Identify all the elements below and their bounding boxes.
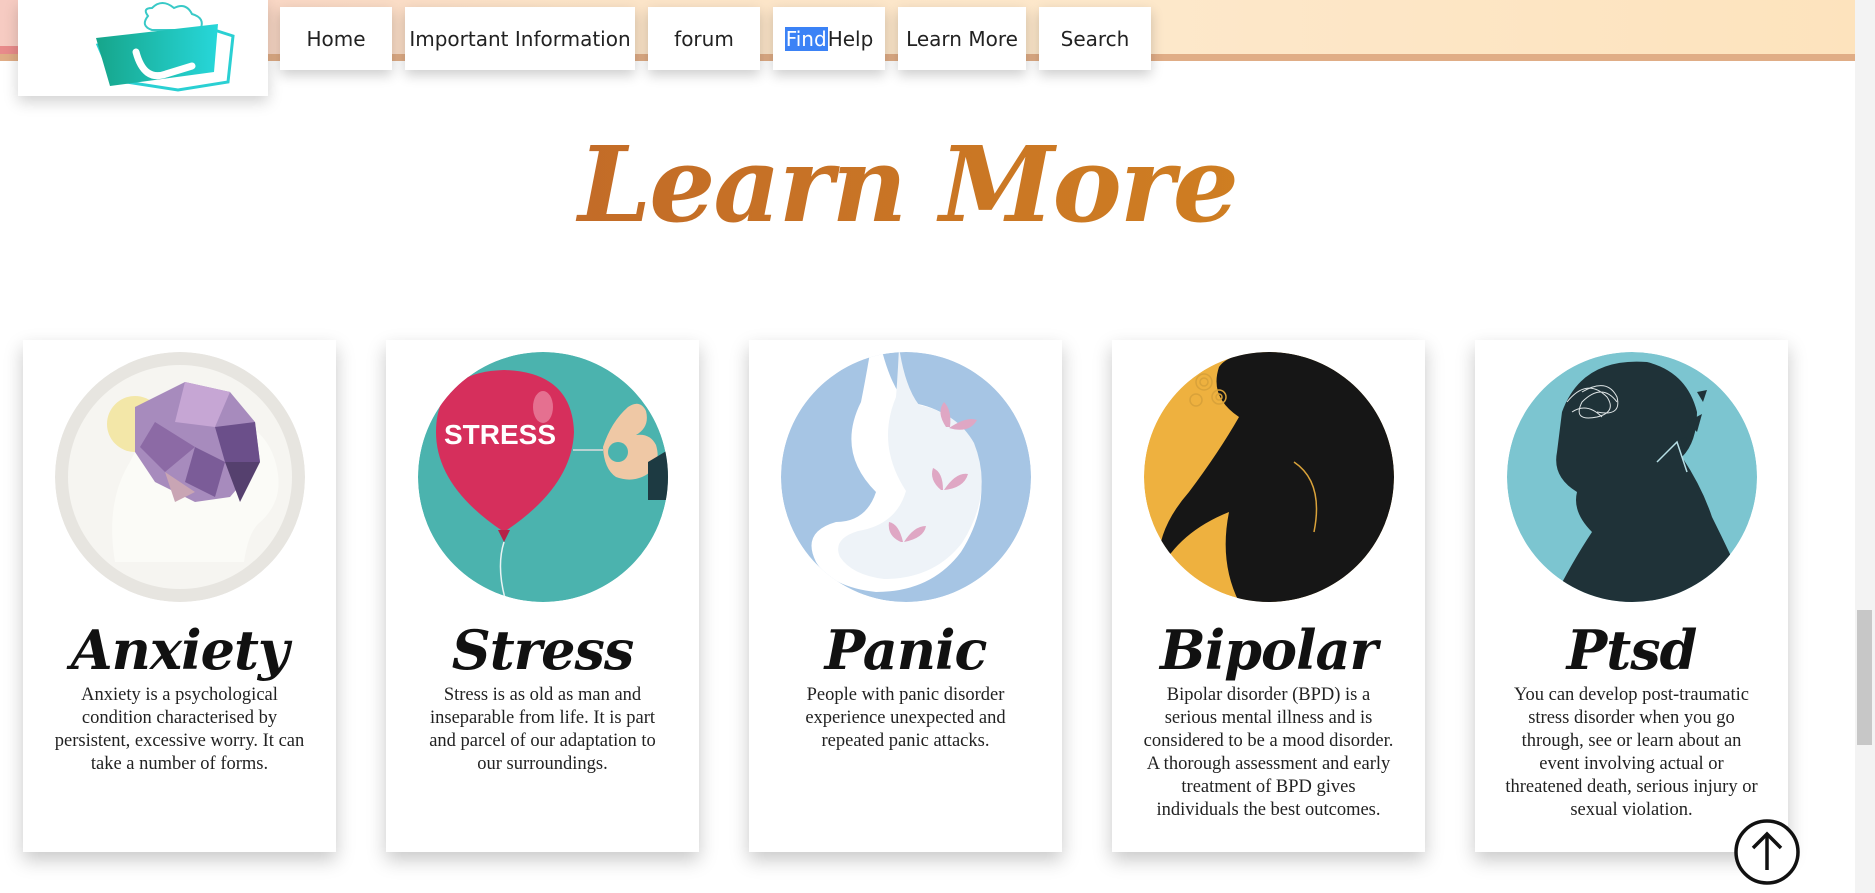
stress-balloon-text: STRESS [444, 419, 556, 450]
card-text-anxiety: Anxiety is a psychological condition cha… [54, 685, 305, 774]
card-text-stress: Stress is as old as man and inseparable … [429, 685, 656, 774]
nav-important-label: Important Information [409, 26, 631, 51]
card-text-panic: People with panic disorder experience un… [805, 685, 1006, 751]
bipolar-illustration [1144, 352, 1394, 602]
card-ptsd: Ptsd You can develop post-traumatic stre… [1475, 340, 1788, 852]
nav-help-label: Help [827, 26, 874, 51]
card-panic: Panic People with panic disorder experie… [749, 340, 1062, 852]
panic-illustration [781, 352, 1031, 602]
card-anxiety: Anxiety Anxiety is a psychological condi… [23, 340, 336, 852]
arrow-up-circle-icon [1734, 819, 1800, 885]
nav-learn-more[interactable]: Learn More [898, 7, 1026, 70]
cloud-check-logo-icon [95, 2, 235, 92]
page-title: Learn More [0, 120, 1815, 250]
scroll-to-top-button[interactable] [1733, 818, 1801, 886]
scrollbar-thumb[interactable] [1857, 610, 1872, 745]
nav-forum[interactable]: forum [648, 7, 760, 70]
banner-accent [0, 46, 20, 54]
nav-search[interactable]: Search [1039, 7, 1151, 70]
nav-home[interactable]: Home [280, 7, 392, 70]
nav-forum-label: forum [674, 26, 734, 51]
ptsd-illustration [1507, 352, 1757, 602]
card-title-stress: Stress [451, 618, 635, 682]
card-bipolar: Bipolar Bipolar disorder (BPD) is a seri… [1112, 340, 1425, 852]
nav-learn-more-label: Learn More [906, 26, 1018, 51]
card-title-panic: Panic [824, 618, 988, 682]
card-title-ptsd: Ptsd [1566, 618, 1698, 682]
stress-illustration: STRESS [418, 352, 668, 602]
nav-find-help[interactable]: Find Help [773, 7, 885, 70]
anxiety-illustration [55, 352, 305, 602]
site-logo[interactable] [18, 0, 268, 96]
card-text-ptsd: You can develop post-traumatic stress di… [1505, 685, 1758, 820]
nav-important-information[interactable]: Important Information [405, 7, 635, 70]
card-text-bipolar: Bipolar disorder (BPD) is a serious ment… [1143, 685, 1394, 820]
nav-home-label: Home [306, 26, 366, 51]
card-title-anxiety: Anxiety [70, 618, 290, 682]
page-scrollbar[interactable] [1855, 0, 1875, 893]
card-title-bipolar: Bipolar [1160, 618, 1378, 682]
card-stress: STRESS Stress Stress is as old as man an… [386, 340, 699, 852]
nav-find-highlight: Find [784, 26, 828, 51]
nav-search-label: Search [1060, 26, 1130, 51]
